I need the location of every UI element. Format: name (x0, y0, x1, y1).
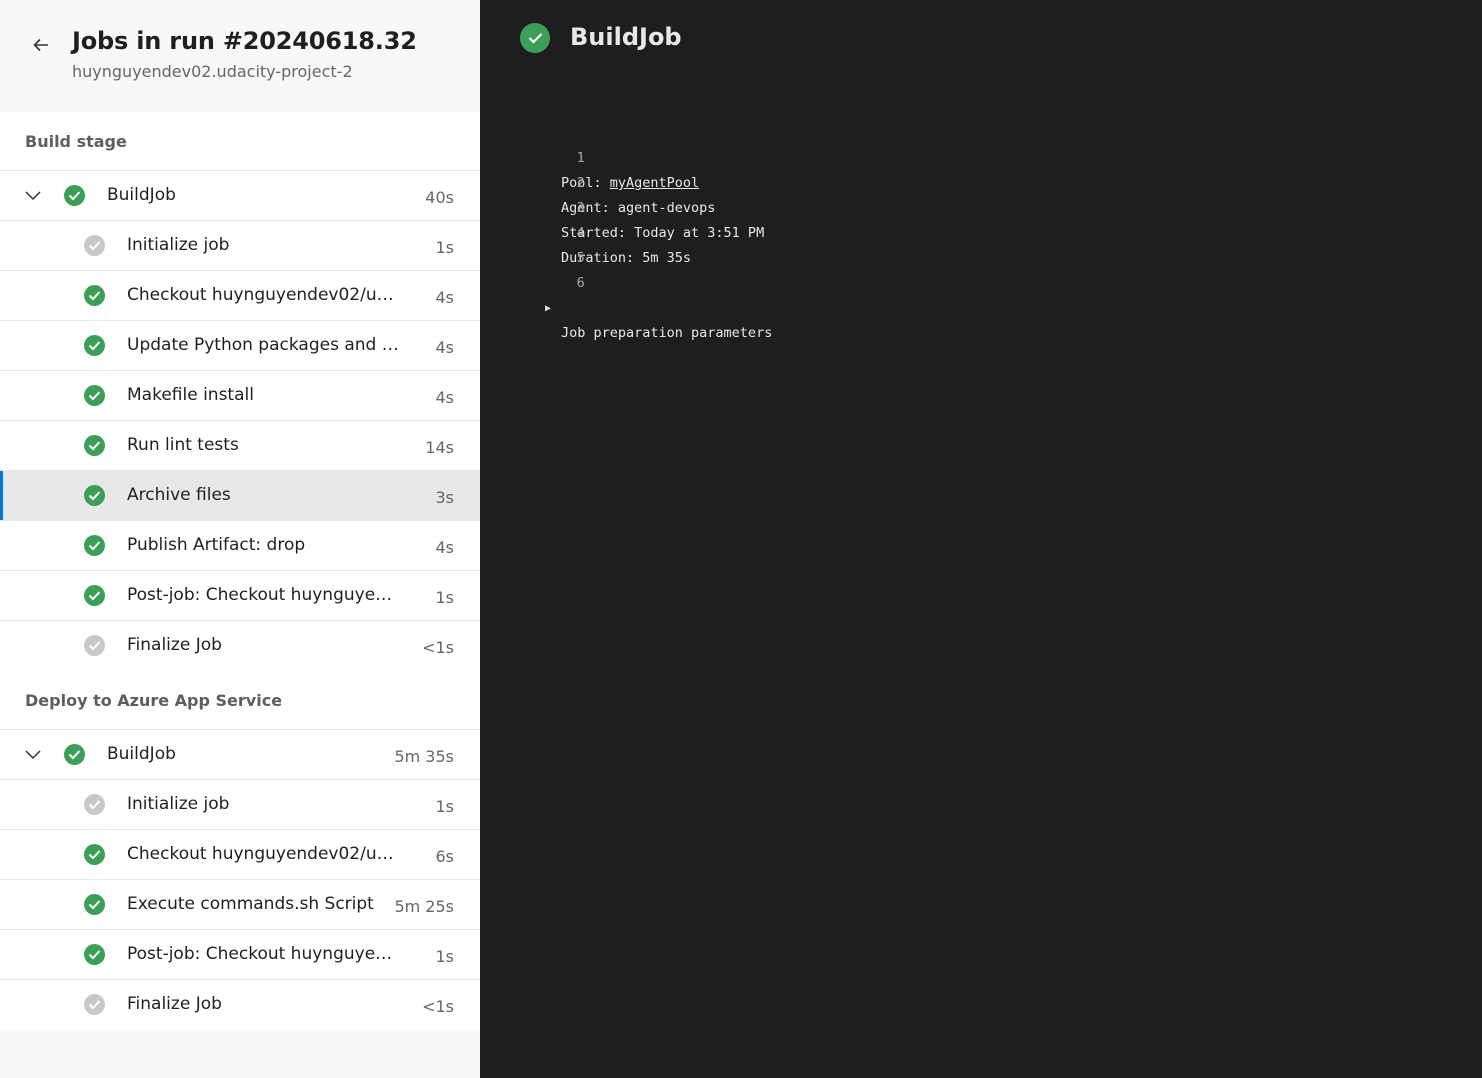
step-name: Post-job: Checkout huynguyende... (127, 585, 402, 605)
step-name: Initialize job (127, 794, 230, 814)
job-name: BuildJob (107, 185, 176, 205)
step-name: Execute commands.sh Script (127, 894, 374, 914)
chevron-down-icon[interactable] (24, 188, 42, 202)
check-circle-icon (520, 23, 550, 53)
step-name: Archive files (127, 485, 231, 505)
check-circle-gray-icon (84, 794, 105, 815)
step-name: Initialize job (127, 235, 230, 255)
step-duration: 4s (435, 288, 454, 307)
step-duration: 1s (435, 238, 454, 257)
log-line: 2 Agent: agent-devops (518, 146, 715, 216)
log-title: BuildJob (570, 23, 682, 51)
step-duration: <1s (422, 638, 454, 657)
panel-header: Jobs in run #20240618.32 huynguyendev02.… (0, 0, 480, 112)
step-row[interactable]: Update Python packages and inst... 4s (0, 321, 480, 371)
log-output: 1 Pool: myAgentPool 2 Agent: agent-devop… (518, 121, 772, 341)
check-circle-icon (84, 485, 105, 506)
check-circle-icon (84, 385, 105, 406)
check-circle-icon (64, 185, 85, 206)
page-title: Jobs in run #20240618.32 (72, 27, 417, 55)
arrow-left-icon[interactable] (30, 34, 52, 56)
step-row[interactable]: Finalize Job <1s (0, 621, 480, 671)
job-list: Build stage BuildJob 40s Initialize job … (0, 112, 480, 1030)
triangle-right-icon[interactable]: ▶ (545, 296, 551, 321)
step-name: Makefile install (127, 385, 254, 405)
check-circle-icon (84, 585, 105, 606)
stage-deploy: Deploy to Azure App Service (0, 671, 480, 730)
step-duration: 1s (435, 947, 454, 966)
log-text[interactable]: Job preparation parameters (561, 321, 772, 346)
step-row[interactable]: Execute commands.sh Script 5m 25s (0, 880, 480, 930)
step-name: Finalize Job (127, 994, 222, 1014)
step-row[interactable]: Initialize job 1s (0, 221, 480, 271)
step-duration: 14s (425, 438, 454, 457)
job-duration: 40s (425, 188, 454, 207)
step-duration: 3s (435, 488, 454, 507)
step-row[interactable]: Finalize Job <1s (0, 980, 480, 1030)
step-name: Checkout huynguyendev02/udaci... (127, 285, 402, 305)
log-line: 4 Duration: 5m 35s (518, 196, 691, 266)
step-row[interactable]: Initialize job 1s (0, 780, 480, 830)
step-name: Checkout huynguyendev02/udaci... (127, 844, 402, 864)
step-row[interactable]: Makefile install 4s (0, 371, 480, 421)
agent-pool-link[interactable]: myAgentPool (610, 175, 699, 191)
check-circle-icon (84, 335, 105, 356)
pipeline-name: huynguyendev02.udacity-project-2 (72, 62, 353, 81)
step-row[interactable]: Checkout huynguyendev02/udaci... 6s (0, 830, 480, 880)
line-number: 6 (576, 275, 585, 291)
check-circle-icon (84, 894, 105, 915)
check-circle-icon (64, 744, 85, 765)
step-row[interactable]: Publish Artifact: drop 4s (0, 521, 480, 571)
chevron-down-icon[interactable] (24, 747, 42, 761)
stage-build: Build stage (0, 112, 480, 171)
step-duration: 1s (435, 797, 454, 816)
step-name: Finalize Job (127, 635, 222, 655)
check-circle-icon (84, 944, 105, 965)
step-row-selected[interactable]: Archive files 3s (0, 471, 480, 521)
log-text: Started: Today at 3:51 PM (561, 225, 765, 241)
check-circle-gray-icon (84, 235, 105, 256)
step-name: Run lint tests (127, 435, 239, 455)
step-row[interactable]: Checkout huynguyendev02/udaci... 4s (0, 271, 480, 321)
step-row[interactable]: Post-job: Checkout huynguyende... 1s (0, 571, 480, 621)
step-duration: 4s (435, 338, 454, 357)
log-line: 5 (518, 221, 585, 266)
log-panel: BuildJob 1 Pool: myAgentPool 2 Agent: ag… (480, 0, 1482, 1078)
check-circle-gray-icon (84, 635, 105, 656)
step-duration: <1s (422, 997, 454, 1016)
check-circle-icon (84, 535, 105, 556)
step-name: Post-job: Checkout huynguyende... (127, 944, 402, 964)
check-circle-icon (84, 435, 105, 456)
check-circle-icon (84, 844, 105, 865)
check-circle-gray-icon (84, 994, 105, 1015)
step-row[interactable]: Run lint tests 14s (0, 421, 480, 471)
step-duration: 1s (435, 588, 454, 607)
step-duration: 4s (435, 538, 454, 557)
job-name: BuildJob (107, 744, 176, 764)
job-row[interactable]: BuildJob 40s (0, 171, 480, 221)
log-line-expandable[interactable]: 6 ▶ Job preparation parameters (518, 246, 772, 341)
check-circle-icon (84, 285, 105, 306)
step-duration: 6s (435, 847, 454, 866)
step-row[interactable]: Post-job: Checkout huynguyende... 1s (0, 930, 480, 980)
step-name: Publish Artifact: drop (127, 535, 306, 555)
jobs-panel: Jobs in run #20240618.32 huynguyendev02.… (0, 0, 480, 1078)
job-duration: 5m 35s (394, 747, 454, 766)
log-line: 1 Pool: myAgentPool (518, 121, 699, 191)
step-duration: 4s (435, 388, 454, 407)
log-line: 3 Started: Today at 3:51 PM (518, 171, 764, 241)
step-duration: 5m 25s (394, 897, 454, 916)
step-name: Update Python packages and inst... (127, 335, 402, 355)
job-row[interactable]: BuildJob 5m 35s (0, 730, 480, 780)
